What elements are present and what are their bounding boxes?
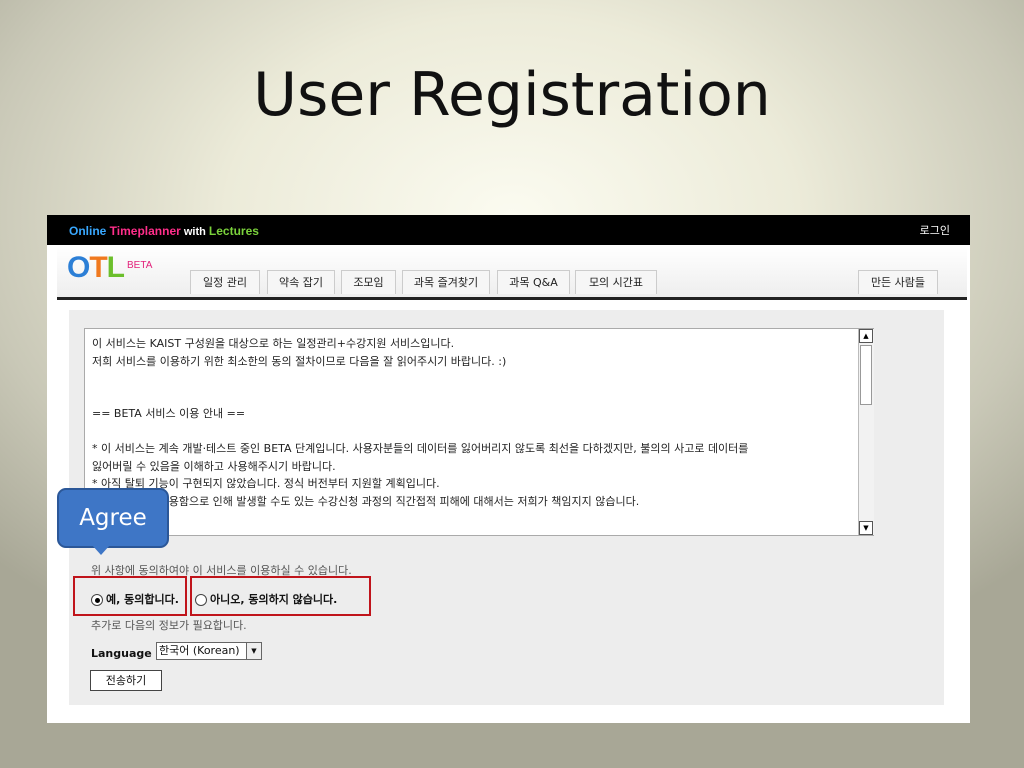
logo-letter: L	[106, 251, 125, 284]
tab-appointments[interactable]: 약속 잡기	[267, 270, 335, 294]
logo-letter: O	[67, 251, 90, 284]
brand-part: Timeplanner	[109, 224, 181, 238]
terms-line: * 아직 탈퇴 기능이 구현되지 않았습니다. 정식 버전부터 지원할 계획입니…	[92, 477, 440, 490]
tab-mock-timetable[interactable]: 모의 시간표	[575, 270, 657, 294]
logo-beta: BETA	[127, 260, 153, 271]
terms-line: 이 서비스는 KAIST 구성원을 대상으로 하는 일정관리+수강지원 서비스입…	[92, 337, 455, 350]
tab-credits[interactable]: 만든 사람들	[858, 270, 938, 294]
terms-line	[92, 388, 873, 406]
terms-line: == BETA 서비스 이용 안내 ==	[92, 407, 246, 420]
registration-screenshot: Online Timeplanner with Lectures 로그인 OTL…	[47, 215, 970, 723]
terms-line: 잃어버릴 수 있음을 이해하고 사용해주시기 바랍니다.	[92, 459, 336, 473]
brand-part: Online	[69, 224, 110, 238]
extra-info-text: 추가로 다음의 정보가 필요합니다.	[91, 619, 247, 632]
language-label: Language :	[91, 647, 160, 660]
tab-group[interactable]: 조모임	[341, 270, 396, 294]
tab-schedule[interactable]: 일정 관리	[190, 270, 260, 294]
language-select[interactable]: 한국어 (Korean) ▼	[156, 642, 262, 660]
chevron-down-icon[interactable]: ▼	[246, 643, 261, 659]
top-bar: Online Timeplanner with Lectures 로그인	[47, 215, 970, 245]
tab-qna[interactable]: 과목 Q&A	[497, 270, 570, 294]
brand-part: with	[180, 226, 209, 238]
scroll-down-icon[interactable]: ▼	[859, 521, 873, 535]
terms-scrollbar[interactable]: ▲ ▼	[858, 329, 874, 535]
logo-letter: T	[89, 251, 107, 284]
terms-line: 저희 서비스를 이용하기 위한 최소한의 동의 절차이므로 다음을 잘 읽어주시…	[92, 354, 507, 368]
submit-button[interactable]: 전송하기	[90, 670, 162, 691]
agree-highlight-box	[73, 576, 187, 616]
scroll-up-icon[interactable]: ▲	[859, 329, 873, 343]
agree-callout: Agree	[57, 488, 169, 548]
otl-logo[interactable]: OTL BETA	[67, 251, 152, 284]
terms-line	[92, 423, 873, 441]
brand-part: Lectures	[208, 224, 259, 238]
terms-textarea[interactable]: 이 서비스는 KAIST 구성원을 대상으로 하는 일정관리+수강지원 서비스입…	[84, 328, 874, 536]
terms-line: * 이 서비스는 계속 개발·테스트 중인 BETA 단계입니다. 사용자분들의…	[92, 442, 749, 455]
disagree-highlight-box	[190, 576, 371, 616]
scroll-thumb[interactable]	[860, 345, 872, 405]
tab-favorites[interactable]: 과목 즐겨찾기	[402, 270, 490, 294]
brand-text: Online Timeplanner with Lectures	[69, 224, 259, 238]
slide-title: User Registration	[253, 60, 771, 130]
callout-pointer	[92, 545, 110, 555]
terms-line	[92, 370, 873, 388]
login-link[interactable]: 로그인	[920, 222, 950, 238]
terms-line: * 이 서비스를 사용함으로 인해 발생할 수도 있는 수강신청 과정의 직간접…	[92, 494, 640, 508]
language-value: 한국어 (Korean)	[159, 644, 240, 657]
